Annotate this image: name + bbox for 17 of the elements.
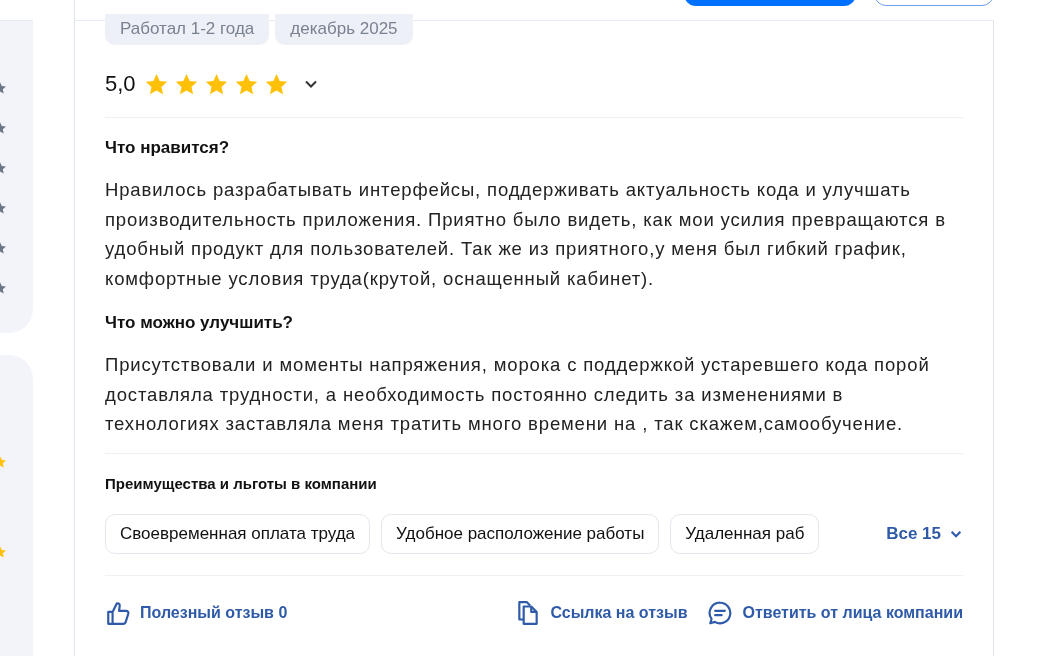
review-tag: декабрь 2025: [275, 14, 413, 45]
benefit-chip: Удобное расположение работы: [381, 513, 660, 554]
review-link[interactable]: Ссылка на отзыв: [515, 599, 688, 626]
benefit-chip: Своевременная оплата труда: [105, 513, 371, 554]
thumbs-up-icon: [105, 599, 131, 626]
benefit-chip: Удаленная раб: [670, 513, 820, 554]
benefits-heading: Преимущества и льготы в компании: [105, 474, 378, 492]
helpful-button[interactable]: Полезный отзыв 0: [105, 599, 288, 626]
show-all-button[interactable]: Все 15: [886, 523, 963, 544]
section-heading: Что нравится?: [105, 138, 231, 158]
speech-bubble-icon: [707, 599, 734, 626]
review-text: Присутствовали и моменты напряжения, морока с поддержкой устаревшего кода порой доставляла трудности, а необходимость постоянно следить за изменениями в технологиях заставляла меня тратить много времени на , так скажем,самообучение.: [105, 353, 931, 436]
review-tag: Работал 1-2 года: [105, 14, 270, 45]
rating-value: 5,0: [105, 71, 136, 97]
section-heading: Что можно улучшить?: [105, 313, 294, 333]
review-text: Нравилось разрабатывать интерфейсы, поддерживать актуальность кода и улучшать производительность приложения. Приятно было видеть, как мои усилия превращаются в удобный продукт для пользователей. Так же из приятного,у меня был гибкий график, комфортные условия труда(крутой, оснащенный кабинет).: [105, 178, 947, 291]
reply-button[interactable]: Ответить от лица компании: [707, 599, 963, 626]
